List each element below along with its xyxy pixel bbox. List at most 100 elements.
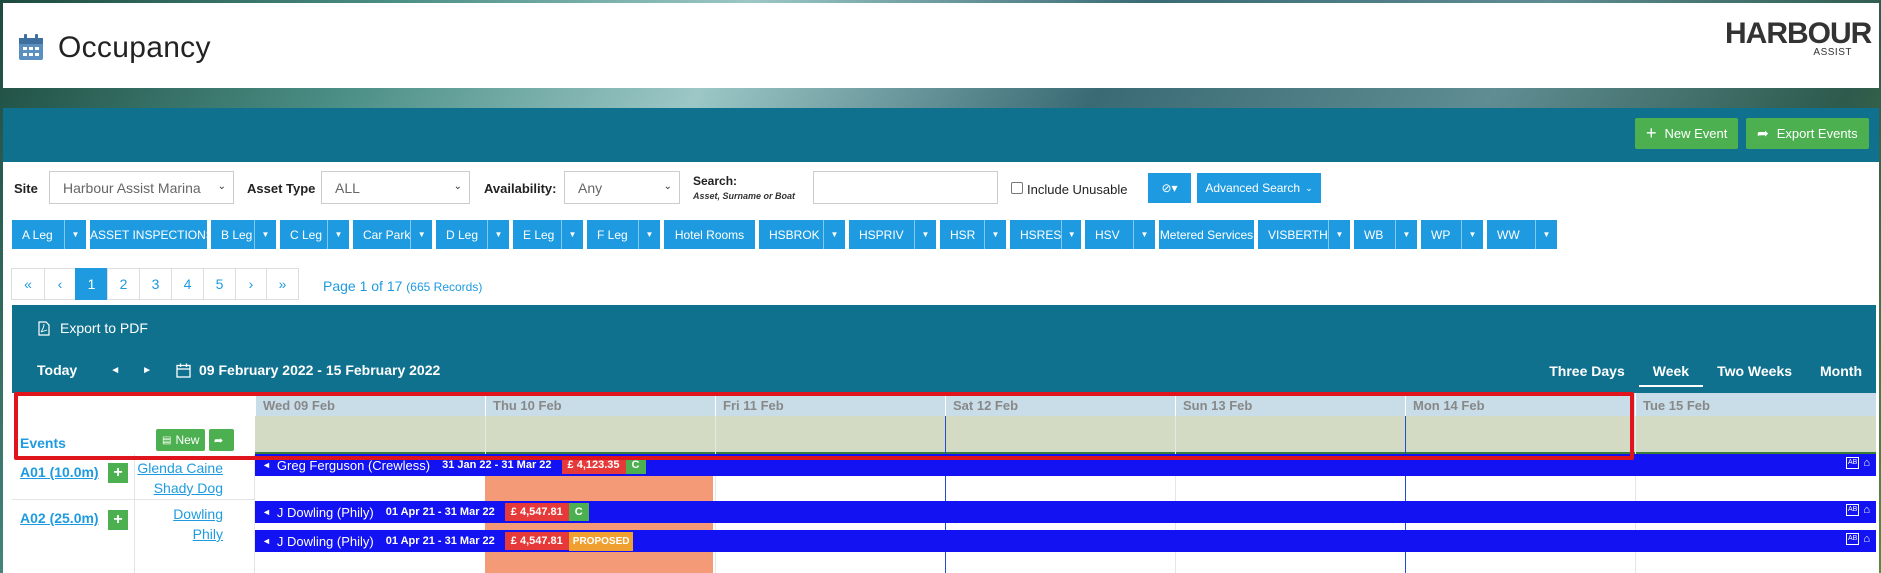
plus-icon: +	[113, 511, 123, 528]
owner-link-a02-2[interactable]: Phily	[193, 526, 223, 542]
export-pdf-button[interactable]: Export to PDF	[38, 320, 148, 336]
asset-chip[interactable]: Car Park ▼	[353, 220, 432, 249]
asset-chip[interactable]: D Leg ▼	[436, 220, 509, 249]
caret-down-icon[interactable]: ▼	[254, 220, 276, 249]
advanced-search-button[interactable]: Advanced Search ⌄	[1197, 173, 1321, 203]
asset-chip[interactable]: HSPRIV ▼	[849, 220, 936, 249]
home-icon: ⌂	[1863, 504, 1870, 516]
day-header: Tue 15 Feb	[1635, 393, 1876, 416]
view-switcher: Three Days Week Two Weeks Month	[1535, 357, 1876, 387]
new-event-button[interactable]: + New Event	[1635, 118, 1739, 149]
caret-down-icon[interactable]: ▼	[638, 220, 660, 249]
caret-down-icon[interactable]: ▼	[914, 220, 936, 249]
asset-type-select[interactable]: ALL ⌄	[321, 171, 470, 204]
day-header: Fri 11 Feb	[715, 393, 945, 416]
caret-down-icon[interactable]: ▼	[1133, 220, 1155, 249]
asset-link-a01[interactable]: A01 (10.0m)	[20, 464, 99, 480]
add-booking-a01-button[interactable]: +	[108, 463, 128, 483]
asset-chip[interactable]: HSRES ▼	[1010, 220, 1081, 249]
caret-down-icon[interactable]: ▼	[327, 220, 349, 249]
owner-link-a01-2[interactable]: Shady Dog	[154, 480, 223, 496]
caret-down-icon[interactable]: ▼	[984, 220, 1006, 249]
left-arrow-icon: ◄	[262, 460, 271, 470]
plus-icon: +	[1646, 123, 1657, 143]
prev-week-button[interactable]: ◄	[110, 365, 120, 376]
clear-filter-button[interactable]: ⊘▾	[1148, 173, 1191, 203]
asset-chip[interactable]: WW ▼	[1487, 220, 1557, 249]
day-header: Sat 12 Feb	[945, 393, 1175, 416]
search-input[interactable]	[813, 171, 998, 204]
caret-down-icon[interactable]: ▼	[1461, 220, 1483, 249]
asset-chip[interactable]: A Leg ▼	[12, 220, 86, 249]
caret-down-icon[interactable]: ▼	[1061, 220, 1081, 249]
booking-bar[interactable]: ◄ J Dowling (Phily) 01 Apr 21 - 31 Mar 2…	[255, 530, 1876, 552]
caret-down-icon[interactable]: ▼	[561, 220, 583, 249]
page-button[interactable]: 2	[107, 268, 140, 300]
caret-down-icon[interactable]: ▼	[1535, 220, 1557, 249]
clear-filter-icon: ⊘▾	[1161, 181, 1178, 195]
caret-down-icon[interactable]: ▼	[1328, 220, 1350, 249]
view-option[interactable]: Month	[1806, 357, 1876, 387]
booking-bar[interactable]: ◄ Greg Ferguson (Crewless) 31 Jan 22 - 3…	[255, 454, 1876, 476]
export-events-button[interactable]: ➦ Export Events	[1746, 118, 1869, 149]
page-button[interactable]: 3	[139, 268, 172, 300]
booking-bar[interactable]: ◄ J Dowling (Phily) 01 Apr 21 - 31 Mar 2…	[255, 501, 1876, 523]
page-button[interactable]: »	[266, 268, 299, 300]
search-label: Search:	[693, 174, 738, 188]
asset-chip[interactable]: WP ▼	[1421, 220, 1483, 249]
page-button[interactable]: 5	[203, 268, 236, 300]
share-button[interactable]: ➦	[209, 429, 234, 451]
site-label: Site	[14, 181, 38, 196]
caret-down-icon[interactable]: ▼	[487, 220, 509, 249]
caret-down-icon[interactable]: ▼	[410, 220, 432, 249]
add-booking-a02-button[interactable]: +	[108, 510, 128, 530]
caret-down-icon[interactable]: ▼	[823, 220, 845, 249]
day-header: Sun 13 Feb	[1175, 393, 1405, 416]
next-week-button[interactable]: ►	[142, 365, 152, 376]
page-button[interactable]: 4	[171, 268, 204, 300]
asset-chip[interactable]: HSR ▼	[940, 220, 1006, 249]
owner-link-a01-1[interactable]: Glenda Caine	[137, 460, 223, 476]
page-button[interactable]: ‹	[44, 268, 76, 300]
asset-chip[interactable]: WB ▼	[1354, 220, 1417, 249]
site-select[interactable]: Harbour Assist Marina ⌄	[49, 171, 234, 204]
asset-chip[interactable]: C Leg ▼	[280, 220, 349, 249]
home-icon: ⌂	[1863, 457, 1870, 469]
asset-chip[interactable]: ASSET INSPECTIONS	[90, 220, 214, 249]
share-icon: ➦	[214, 434, 224, 447]
chevron-down-icon: ⌄	[663, 181, 672, 192]
date-range: 09 February 2022 - 15 February 2022	[199, 362, 441, 378]
events-band	[255, 416, 1876, 454]
caret-down-icon[interactable]: ▼	[1395, 220, 1417, 249]
owner-link-a02-1[interactable]: Dowling	[173, 506, 223, 522]
asset-chip[interactable]: F Leg ▼	[587, 220, 660, 249]
asset-chip[interactable]: E Leg ▼	[513, 220, 583, 249]
caret-down-icon[interactable]: ▼	[64, 220, 86, 249]
availability-select[interactable]: Any ⌄	[564, 171, 680, 204]
page-button[interactable]: ›	[235, 268, 267, 300]
asset-chip[interactable]: HSV ▼	[1085, 220, 1155, 249]
chevron-down-icon: ⌄	[217, 181, 226, 192]
asset-chip[interactable]: VISBERTH ▼	[1258, 220, 1350, 249]
day-header: Wed 09 Feb	[255, 393, 485, 416]
page-button[interactable]: «	[11, 268, 45, 300]
view-option[interactable]: Three Days	[1535, 357, 1638, 387]
left-arrow-icon: ◄	[262, 536, 271, 546]
include-unusable-checkbox[interactable]	[1011, 182, 1023, 194]
asset-chip[interactable]: Hotel Rooms	[664, 220, 755, 249]
calendar-icon[interactable]	[176, 363, 191, 378]
ab-icon: AB	[1846, 457, 1860, 469]
price-badge: £ 4,123.35	[561, 456, 626, 474]
asset-chip[interactable]: HSBROK ▼	[759, 220, 845, 249]
asset-type-label: Asset Type	[247, 181, 316, 196]
pagination: «‹ 1 2 3 4 5 ›»	[11, 268, 299, 300]
asset-chip[interactable]: B Leg ▼	[211, 220, 276, 249]
page-button[interactable]: 1	[75, 268, 108, 300]
view-option[interactable]: Week	[1638, 357, 1704, 387]
new-event-inline-button[interactable]: ▤ New	[156, 429, 206, 451]
today-button[interactable]: Today	[37, 362, 77, 378]
asset-link-a02[interactable]: A02 (25.0m)	[20, 510, 99, 526]
view-option[interactable]: Two Weeks	[1703, 357, 1806, 387]
asset-chip[interactable]: Metered Services	[1159, 220, 1254, 249]
action-bar: + New Event ➦ Export Events	[3, 108, 1879, 162]
